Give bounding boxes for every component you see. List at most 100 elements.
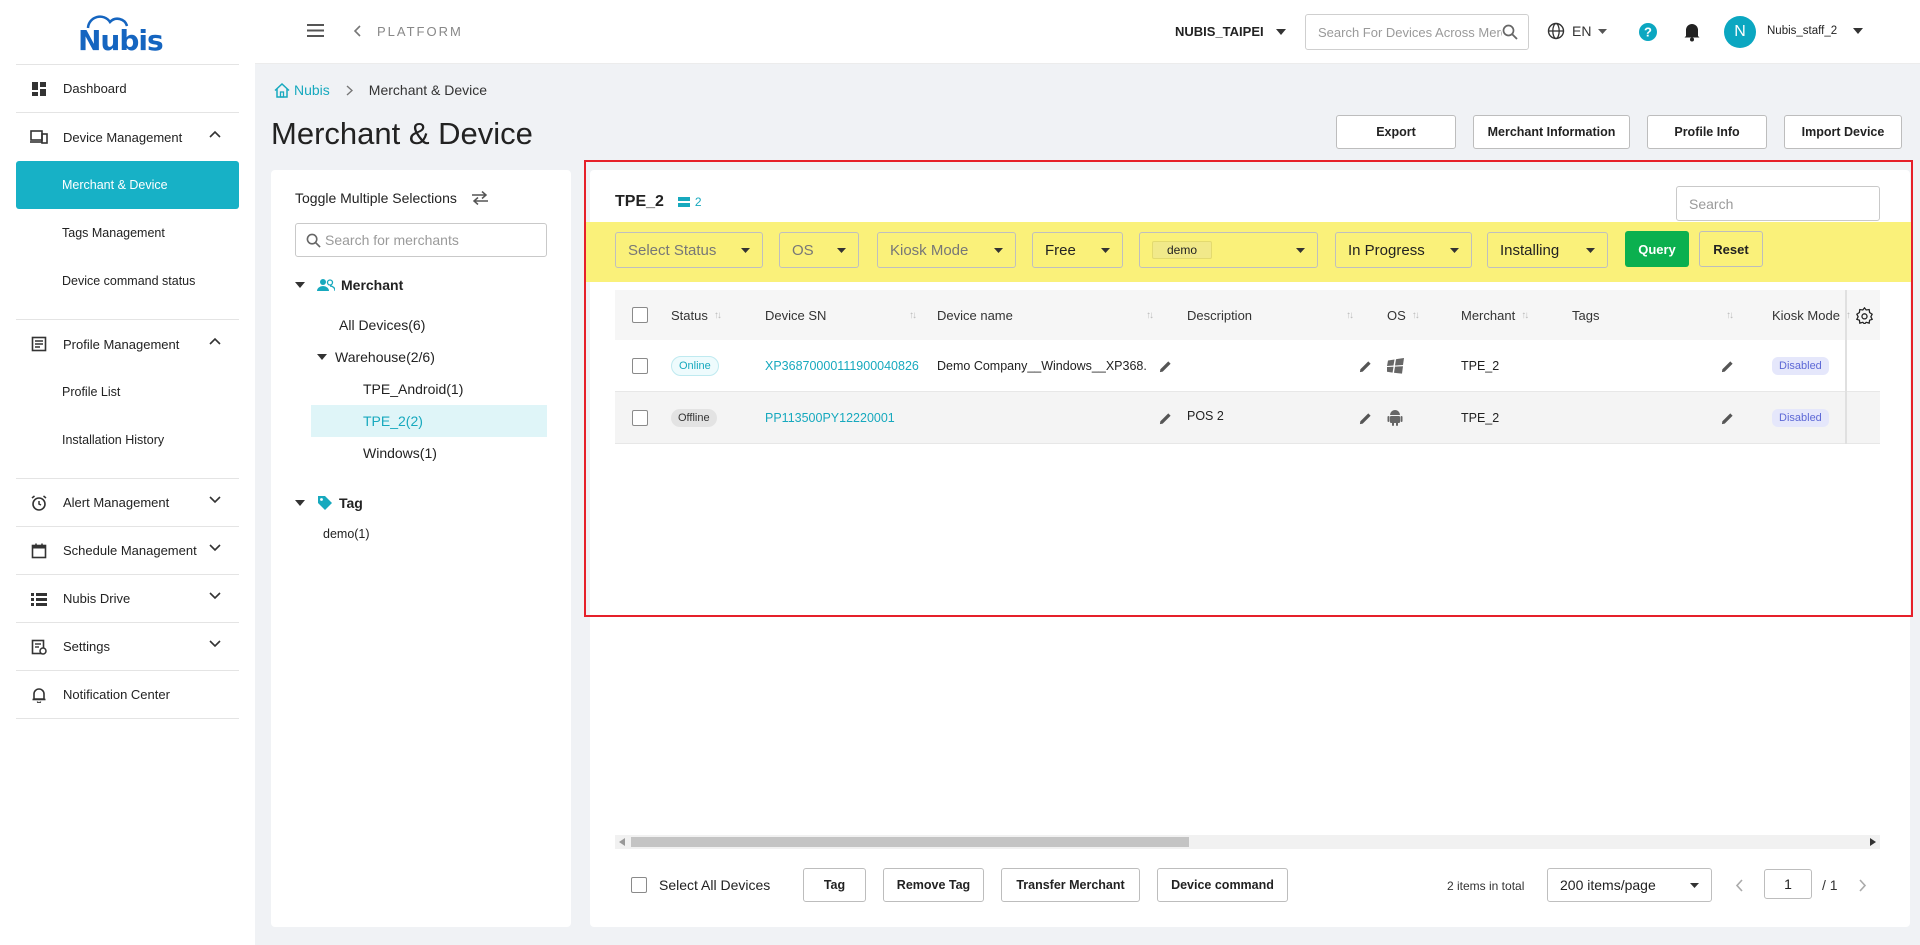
sidebar-item-installation-history[interactable]: Installation History: [16, 416, 239, 464]
edit-tags-pencil-icon[interactable]: [1721, 392, 1734, 444]
merchant-information-button[interactable]: Merchant Information: [1473, 115, 1630, 149]
bell-icon[interactable]: [1683, 22, 1701, 42]
caret-down-icon: [837, 247, 846, 253]
device-sn-link[interactable]: PP113500PY12220001: [765, 392, 895, 444]
horizontal-scrollbar[interactable]: [615, 835, 1880, 849]
tree-item-tpe-2[interactable]: TPE_2(2): [311, 405, 547, 437]
search-icon[interactable]: [1502, 24, 1518, 40]
tag-tree-header[interactable]: Tag: [295, 487, 363, 519]
tag-button[interactable]: Tag: [803, 868, 866, 902]
profile-management-group: Profile Management Profile List Installa…: [16, 320, 239, 479]
kiosk-mode-filter[interactable]: Kiosk Mode: [877, 232, 1016, 268]
table-row[interactable]: Online XP36870000111900040826 Demo Compa…: [615, 340, 1880, 392]
merchant-search-input[interactable]: [325, 232, 535, 248]
next-page-icon[interactable]: [1859, 879, 1867, 892]
menu-icon[interactable]: [307, 24, 324, 37]
column-device-sn[interactable]: Device SN ↑↓: [765, 290, 917, 340]
column-device-name[interactable]: Device name ↑↓: [937, 290, 1154, 340]
sidebar-item-profile-management[interactable]: Profile Management: [16, 320, 239, 368]
profile-info-button[interactable]: Profile Info: [1647, 115, 1767, 149]
page-number-input[interactable]: 1: [1764, 869, 1812, 899]
column-status[interactable]: Status ↑↓: [671, 290, 722, 340]
sidebar-item-settings[interactable]: Settings: [16, 623, 239, 671]
tree-item-tag-demo[interactable]: demo(1): [323, 518, 370, 550]
tree-item-windows[interactable]: Windows(1): [363, 437, 437, 469]
global-search-input[interactable]: [1318, 24, 1502, 40]
export-button[interactable]: Export: [1336, 115, 1456, 149]
sort-icon: ↑↓: [1146, 309, 1154, 321]
breadcrumb-home[interactable]: Nubis: [274, 82, 330, 98]
status-cell: Offline: [671, 392, 717, 444]
column-os[interactable]: OS ↑↓: [1387, 290, 1420, 340]
remove-tag-button[interactable]: Remove Tag: [883, 868, 984, 902]
sidebar-item-tags-management[interactable]: Tags Management: [16, 209, 239, 257]
sidebar-item-alert-management[interactable]: Alert Management: [16, 479, 239, 527]
device-panel: [590, 170, 1910, 927]
status-filter[interactable]: Select Status: [615, 232, 763, 268]
import-device-button[interactable]: Import Device: [1784, 115, 1902, 149]
chevron-down-icon: [209, 496, 221, 504]
query-button[interactable]: Query: [1625, 231, 1689, 267]
installing-filter[interactable]: Installing: [1487, 232, 1608, 268]
tree-item-all-devices[interactable]: All Devices(6): [339, 309, 425, 341]
sidebar-item-merchant-device[interactable]: Merchant & Device: [16, 161, 239, 209]
column-tags[interactable]: Tags ↑↓: [1572, 290, 1734, 340]
reset-button[interactable]: Reset: [1699, 231, 1763, 267]
sidebar-item-device-management[interactable]: Device Management: [16, 113, 239, 161]
table-row[interactable]: Offline PP113500PY12220001 POS 2 TPE_2 D…: [615, 392, 1880, 444]
chevron-up-icon: [209, 130, 221, 138]
os-filter[interactable]: OS: [779, 232, 859, 268]
select-all-devices-checkbox[interactable]: [631, 877, 647, 893]
status-badge: Offline: [671, 409, 717, 427]
edit-description-pencil-icon[interactable]: [1359, 340, 1372, 392]
tag-icon: [317, 495, 333, 511]
sidebar-item-schedule-management[interactable]: Schedule Management: [16, 527, 239, 575]
edit-name-pencil-icon[interactable]: [1159, 392, 1172, 444]
column-description[interactable]: Description ↑↓: [1187, 290, 1354, 340]
help-icon[interactable]: ?: [1638, 22, 1658, 42]
language-selector[interactable]: EN: [1547, 22, 1608, 40]
page-size-select[interactable]: 200 items/page: [1547, 868, 1712, 902]
row-checkbox[interactable]: [632, 392, 648, 444]
select-all-devices[interactable]: Select All Devices: [631, 877, 770, 893]
column-merchant[interactable]: Merchant ↑↓: [1461, 290, 1529, 340]
toggle-multiple-selections[interactable]: Toggle Multiple Selections: [295, 190, 489, 206]
edit-description-pencil-icon[interactable]: [1359, 392, 1372, 444]
sidebar-item-dashboard[interactable]: Dashboard: [16, 65, 239, 113]
edit-tags-pencil-icon[interactable]: [1721, 340, 1734, 392]
chevron-down-icon: [209, 640, 221, 648]
chevron-up-icon: [209, 337, 221, 345]
user-menu[interactable]: Nubis_staff_2: [1767, 25, 1864, 37]
device-search-input[interactable]: [1689, 195, 1869, 212]
scrollbar-thumb[interactable]: [631, 837, 1189, 847]
logo[interactable]: Nubis: [0, 0, 255, 64]
sidebar-item-notification-center[interactable]: Notification Center: [16, 671, 239, 719]
prev-page-icon[interactable]: [1735, 879, 1743, 892]
org-selector[interactable]: NUBIS_TAIPEI: [1175, 24, 1286, 39]
scroll-left-icon[interactable]: [619, 838, 625, 846]
progress-filter[interactable]: In Progress: [1335, 232, 1472, 268]
tag-filter[interactable]: demo: [1139, 232, 1318, 268]
tree-item-warehouse[interactable]: Warehouse(2/6): [317, 341, 435, 373]
device-count: 2: [677, 195, 702, 209]
sidebar-item-label: Nubis Drive: [63, 591, 131, 606]
column-kiosk-mode[interactable]: Kiosk Mode ↑: [1772, 290, 1851, 340]
chevron-left-icon[interactable]: [353, 25, 361, 37]
select-all-checkbox[interactable]: [632, 290, 648, 340]
transfer-merchant-button[interactable]: Transfer Merchant: [1001, 868, 1140, 902]
chevron-down-icon: [209, 592, 221, 600]
sidebar-item-device-command-status[interactable]: Device command status: [16, 257, 239, 305]
column-settings-gear-icon[interactable]: [1856, 290, 1873, 340]
sidebar-item-profile-list[interactable]: Profile List: [16, 368, 239, 416]
windows-os-icon: [1387, 340, 1405, 392]
edit-name-pencil-icon[interactable]: [1159, 340, 1172, 392]
merchant-tree-header[interactable]: Merchant: [295, 269, 403, 301]
row-checkbox[interactable]: [632, 340, 648, 392]
device-sn-link[interactable]: XP36870000111900040826: [765, 340, 919, 392]
sidebar-item-nubis-drive[interactable]: Nubis Drive: [16, 575, 239, 623]
avatar[interactable]: N: [1724, 16, 1756, 48]
device-command-button[interactable]: Device command: [1157, 868, 1288, 902]
tree-item-tpe-android[interactable]: TPE_Android(1): [363, 373, 463, 405]
plan-filter[interactable]: Free: [1032, 232, 1123, 268]
scroll-right-icon[interactable]: [1870, 838, 1876, 846]
